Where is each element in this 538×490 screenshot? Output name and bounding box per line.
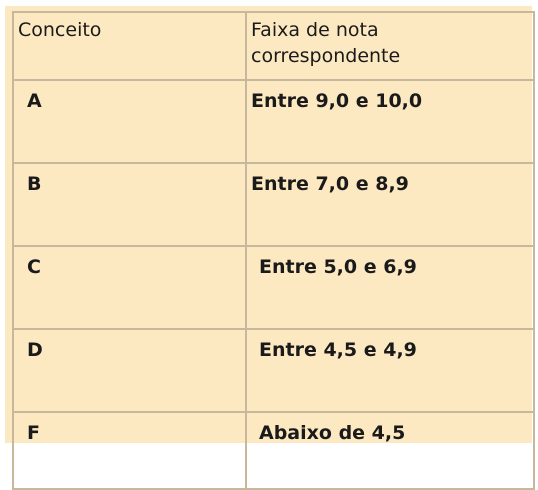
range-cell: Entre 7,0 e 8,9 [245,162,535,247]
table-row: C Entre 5,0 e 6,9 [12,245,535,330]
grade-cell: C [12,245,247,330]
header-conceito: Conceito [12,11,247,81]
table-row: D Entre 4,5 e 4,9 [12,328,535,413]
table-row: F Abaixo de 4,5 [12,411,535,490]
grade-cell: A [12,79,247,164]
table-row: B Entre 7,0 e 8,9 [12,162,535,247]
header-faixa-line1: Faixa de nota [251,19,379,41]
grade-cell: B [12,162,247,247]
header-faixa-line2: correspondente [251,45,401,67]
header-faixa-de-nota: Faixa de nota correspondente [245,11,535,81]
grade-cell: D [12,328,247,413]
grade-table-panel: Conceito Faixa de nota correspondente A … [5,6,535,490]
range-cell: Entre 4,5 e 4,9 [245,328,535,413]
grade-table: Conceito Faixa de nota correspondente A … [12,11,535,490]
table-row: A Entre 9,0 e 10,0 [12,79,535,164]
range-cell: Abaixo de 4,5 [245,411,535,490]
grade-cell: F [12,411,247,490]
table-header-row: Conceito Faixa de nota correspondente [12,11,535,81]
range-cell: Entre 9,0 e 10,0 [245,79,535,164]
range-cell: Entre 5,0 e 6,9 [245,245,535,330]
